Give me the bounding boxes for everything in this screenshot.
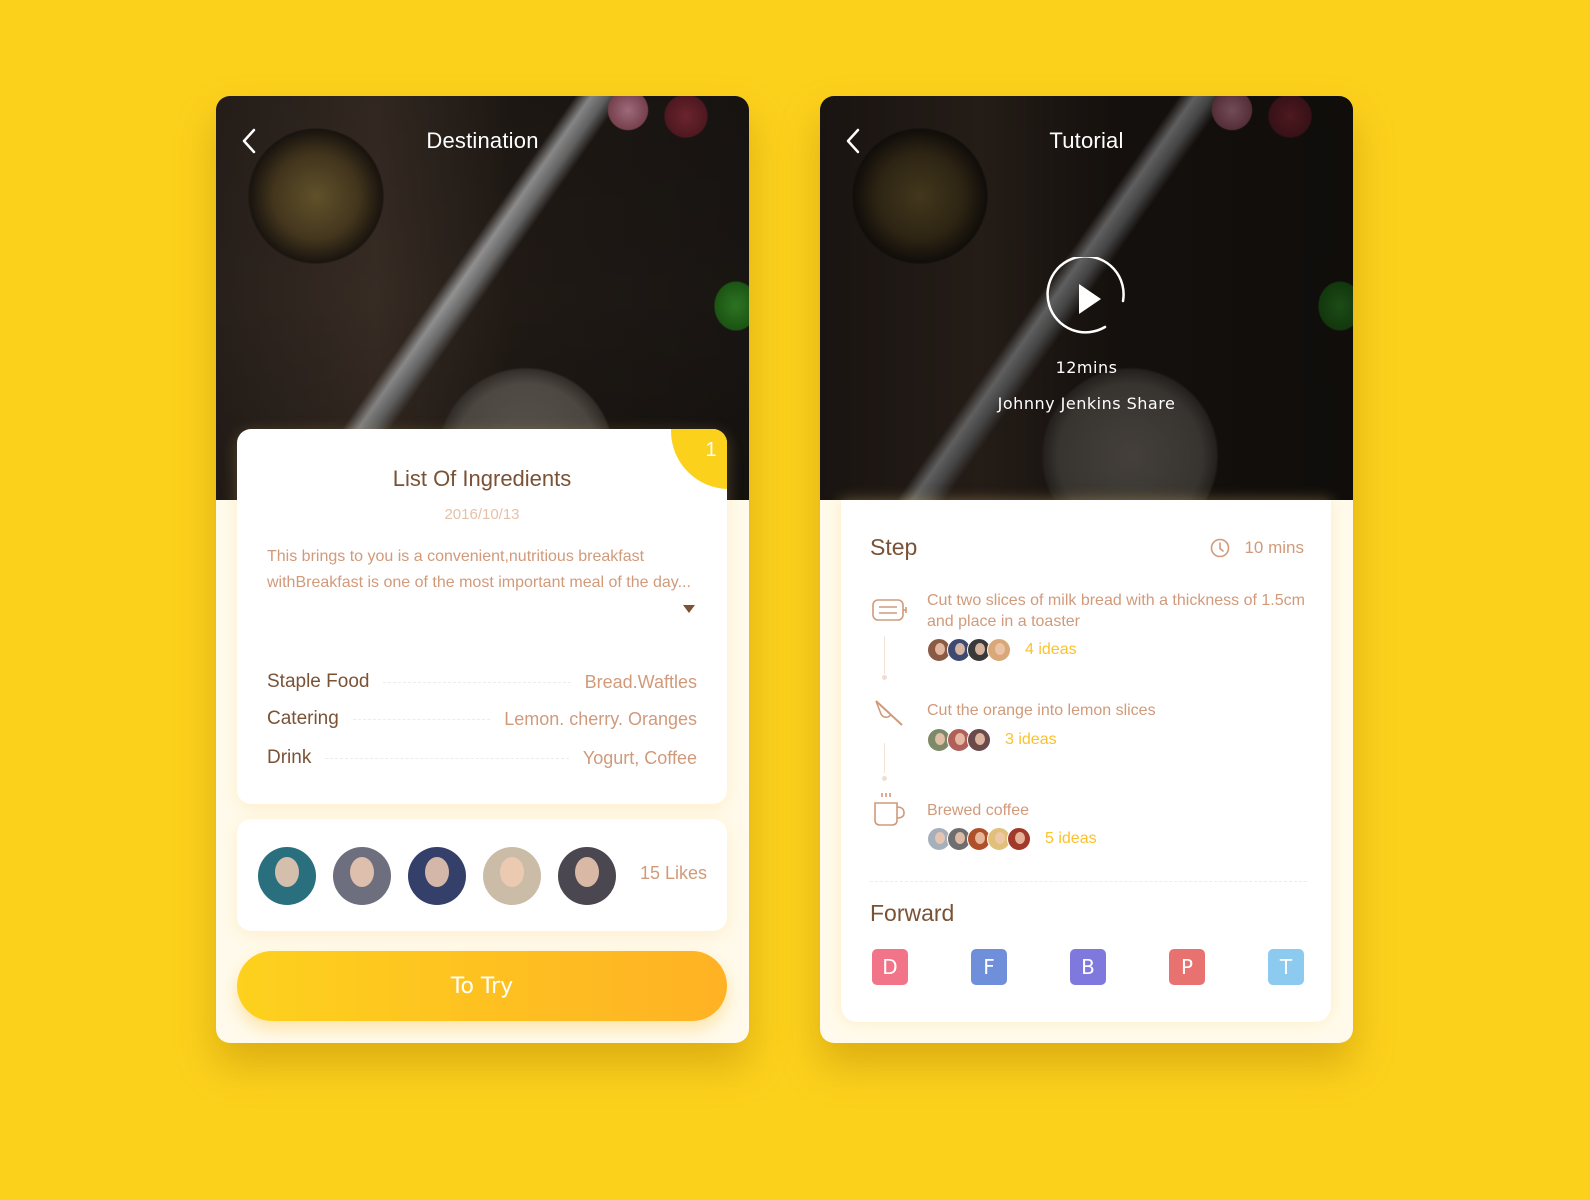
dashed-leader	[352, 718, 491, 720]
step-connector	[884, 743, 885, 773]
video-author: Johnny Jenkins Share	[997, 394, 1176, 413]
liker-avatar[interactable]	[558, 847, 616, 905]
share-button-d[interactable]: D	[872, 949, 908, 985]
ingredient-row-catering: Catering Lemon. cherry. Oranges	[267, 706, 697, 732]
forward-title: Forward	[870, 900, 955, 926]
likes-count[interactable]: 15 Likes	[640, 863, 707, 884]
liker-avatar[interactable]	[258, 847, 316, 905]
ideas-count[interactable]: 4 ideas	[1025, 641, 1077, 659]
ideas-row[interactable]: 3 ideas	[927, 728, 1057, 752]
steps-card: Step 10 mins Cut two slices of milk brea…	[841, 500, 1331, 1022]
to-try-button[interactable]: To Try	[237, 951, 727, 1021]
ingredient-row-staple-food: Staple Food Bread.Waftles	[267, 669, 697, 695]
play-button[interactable]	[1045, 255, 1129, 341]
ideas-count[interactable]: 3 ideas	[1005, 731, 1057, 749]
dashed-leader	[325, 757, 569, 759]
ingredient-value: Lemon. cherry. Oranges	[504, 708, 697, 729]
ideas-row[interactable]: 4 ideas	[927, 638, 1077, 662]
step-text: Cut two slices of milk bread with a thic…	[927, 592, 1305, 630]
total-time: 10 mins	[1210, 538, 1304, 558]
share-button-f[interactable]: F	[971, 949, 1007, 985]
recipe-description: This brings to you is a convenient,nutri…	[267, 548, 691, 591]
liker-avatar[interactable]	[408, 847, 466, 905]
step-connector	[884, 636, 885, 674]
share-button-t[interactable]: T	[1268, 949, 1304, 985]
ingredients-card: 1 List Of Ingredients 2016/10/13 This br…	[237, 429, 727, 804]
likes-card: 15 Likes	[237, 819, 727, 931]
idea-avatar	[967, 728, 991, 752]
share-button-b[interactable]: B	[1070, 949, 1106, 985]
step-text: Cut the orange into lemon slices	[927, 702, 1156, 719]
liker-avatar[interactable]	[333, 847, 391, 905]
ingredient-label: Drink	[267, 747, 312, 768]
dashed-leader	[383, 681, 571, 683]
coffee-cup-icon	[871, 792, 907, 828]
screen-title: Destination	[426, 128, 539, 153]
clock-icon	[1211, 538, 1230, 558]
total-time-label: 10 mins	[1244, 538, 1304, 557]
video-duration: 12mins	[1055, 358, 1118, 377]
ingredient-value: Yogurt, Coffee	[582, 747, 697, 768]
recipe-date: 2016/10/13	[444, 506, 520, 523]
screen-title: Tutorial	[1049, 128, 1124, 153]
step-text: Brewed coffee	[927, 802, 1029, 819]
idea-avatar	[1007, 827, 1031, 851]
play-icon	[1046, 255, 1125, 334]
section-divider	[870, 881, 1307, 882]
share-button-p[interactable]: P	[1169, 949, 1205, 985]
tutorial-screen: Tutorial 12mins Johnny Jenkins Share Ste…	[820, 96, 1353, 1043]
ideas-count[interactable]: 5 ideas	[1045, 830, 1097, 848]
destination-screen: Destination 1 List Of Ingredients 2016/1…	[216, 96, 749, 1043]
ingredients-title: List Of Ingredients	[392, 466, 572, 491]
toaster-icon	[871, 592, 907, 628]
step-connector-dot	[882, 675, 887, 680]
ingredient-label: Catering	[267, 708, 339, 729]
liker-avatar[interactable]	[483, 847, 541, 905]
knife-icon	[871, 698, 907, 734]
ingredient-label: Staple Food	[267, 671, 370, 692]
step-connector-dot	[882, 776, 887, 781]
ingredient-value: Bread.Waftles	[584, 671, 697, 692]
idea-avatar	[987, 638, 1011, 662]
ideas-row[interactable]: 5 ideas	[927, 827, 1097, 851]
caret-down-icon[interactable]	[683, 605, 695, 613]
ingredient-row-drink: Drink Yogurt, Coffee	[267, 745, 697, 771]
steps-title: Step	[870, 534, 918, 560]
